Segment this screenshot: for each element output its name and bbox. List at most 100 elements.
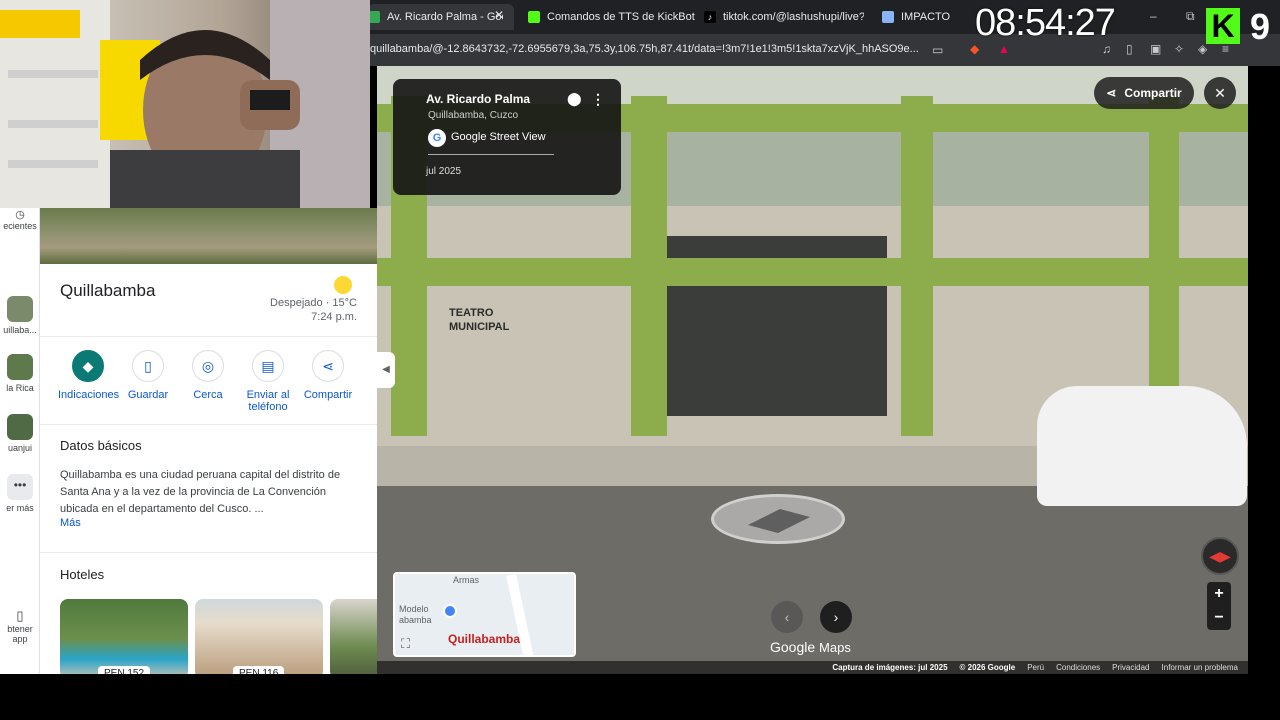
capture-date[interactable]: jul 2025 — [426, 166, 461, 177]
action-label: Indicaciones — [58, 389, 120, 401]
stream-clock: 08:54:27 — [975, 2, 1116, 44]
impacto-favicon-icon — [882, 11, 894, 23]
report-link[interactable]: Informar un problema — [1162, 663, 1238, 672]
send-to-phone-icon: ▤ — [252, 350, 284, 382]
rail-quillabamba[interactable]: uillaba... — [0, 296, 40, 335]
divider — [40, 424, 377, 425]
rail-label: uillaba... — [3, 325, 37, 335]
building-sign: TEATRO MUNICIPAL — [449, 307, 510, 333]
green-pillar — [631, 96, 667, 436]
kick-logo-icon: K — [1206, 8, 1240, 44]
share-button[interactable]: ⋖ Compartir — [298, 350, 358, 401]
google-g-icon: G — [428, 129, 446, 147]
share-label: Compartir — [1124, 86, 1182, 100]
zoom-out-icon[interactable]: − — [1207, 606, 1231, 630]
move-forward-arrow-icon[interactable] — [714, 497, 842, 541]
tab-google-maps[interactable]: Av. Ricardo Palma - Googl — [368, 4, 514, 30]
mini-map[interactable]: Armas Modelo abamba Quillabamba ⛶ — [393, 572, 576, 657]
street-name: Av. Ricardo Palma — [426, 92, 531, 106]
tab-label: tiktok.com/@lashushupi/live?e — [723, 11, 864, 23]
hotel-card[interactable]: PEN 116 — [195, 599, 323, 674]
sidebar-icon[interactable]: ▯ — [1126, 42, 1133, 56]
more-link[interactable]: Más — [60, 517, 81, 529]
place-thumbnail — [7, 296, 33, 322]
privacy-link[interactable]: Privacidad — [1112, 663, 1149, 672]
tab-kickbot[interactable]: Comandos de TTS de KickBot — [528, 4, 695, 30]
rail-juanjui[interactable]: uanjui — [0, 414, 40, 453]
zoom-in-icon[interactable]: + — [1207, 582, 1231, 606]
browser-tab-bar: Av. Ricardo Palma - Googl ✕ Comandos de … — [368, 0, 1280, 34]
bookmark-icon: ▯ — [132, 350, 164, 382]
section-title-basics: Datos básicos — [60, 438, 142, 453]
restore-icon[interactable]: ⧉ — [1186, 9, 1195, 24]
minimize-icon[interactable]: – — [1150, 9, 1157, 23]
street-view-footer: Captura de imágenes: jul 2025 © 2026 Goo… — [377, 661, 1248, 674]
street-view-source[interactable]: Google Street View — [451, 131, 546, 143]
action-label: Cerca — [193, 389, 223, 401]
location-pin-icon[interactable]: ⬤ — [567, 91, 582, 107]
capture-info: Captura de imágenes: jul 2025 — [832, 663, 948, 672]
sun-icon — [334, 276, 352, 294]
compass-icon[interactable]: ◀▶ — [1201, 537, 1239, 575]
tab-label: IMPACTO — [901, 11, 951, 23]
share-icon: ⋖ — [1106, 86, 1117, 100]
logo-maps-text: Maps — [819, 640, 851, 655]
send-to-phone-button[interactable]: ▤ Enviar al teléfono — [238, 350, 298, 413]
section-title-hotels: Hoteles — [60, 567, 105, 582]
more-dots-icon: ••• — [7, 474, 33, 500]
hotel-card[interactable] — [330, 599, 377, 674]
save-button[interactable]: ▯ Guardar — [118, 350, 178, 401]
next-image-button[interactable]: › — [820, 601, 852, 633]
tab-tiktok[interactable]: ♪ tiktok.com/@lashushupi/live?e — [704, 4, 864, 30]
logo-google-text: Google — [770, 639, 816, 655]
hotel-price: PEN 116 — [233, 666, 285, 674]
directions-button[interactable]: ◆ Indicaciones — [58, 350, 120, 401]
tiktok-favicon-icon: ♪ — [704, 11, 716, 23]
hotel-card[interactable]: PEN 152 — [60, 599, 188, 674]
zoom-control: + − — [1207, 582, 1231, 630]
phone-icon: ▯ — [16, 608, 24, 623]
map-city-label: Quillabamba — [448, 632, 521, 646]
previous-image-button[interactable]: ‹ — [771, 601, 803, 633]
wallet-icon[interactable]: ▣ — [1150, 42, 1161, 56]
rail-la-rica[interactable]: la Rica — [0, 354, 40, 393]
url-text[interactable]: quillabamba/@-12.8643732,-72.6955679,3a,… — [370, 43, 919, 55]
chevron-left-icon: ‹ — [784, 609, 790, 625]
menu-icon[interactable]: ≡ — [1222, 42, 1229, 56]
terms-link[interactable]: Condiciones — [1056, 663, 1100, 672]
divider — [40, 552, 377, 553]
rail-get-app[interactable]: ▯ btener app — [0, 608, 40, 644]
cast-icon[interactable]: ▭ — [932, 43, 943, 57]
action-label: Guardar — [127, 389, 169, 401]
close-street-view-button[interactable]: ✕ — [1204, 77, 1236, 109]
expand-map-icon[interactable]: ⛶ — [401, 636, 410, 652]
place-photo[interactable] — [40, 208, 377, 264]
nearby-icon: ◎ — [192, 350, 224, 382]
tab-close-icon[interactable]: ✕ — [494, 8, 504, 22]
hotel-price: PEN 152 — [98, 666, 151, 674]
share-street-view-button[interactable]: ⋖ Compartir — [1094, 77, 1194, 109]
navigation-arrow-ring[interactable] — [711, 494, 845, 544]
nearby-button[interactable]: ◎ Cerca — [178, 350, 238, 401]
country-link[interactable]: Perú — [1027, 663, 1044, 672]
place-thumbnail — [7, 414, 33, 440]
vpn-icon[interactable]: ◈ — [1198, 42, 1207, 56]
kickbot-favicon-icon — [528, 11, 540, 23]
rail-label: er más — [6, 503, 34, 513]
collapse-panel-button[interactable]: ◀ — [377, 352, 395, 388]
tab-impacto[interactable]: IMPACTO — [882, 4, 950, 30]
address-bar[interactable]: quillabamba/@-12.8643732,-72.6955679,3a,… — [368, 34, 1280, 66]
streamer-webcam-image — [0, 0, 370, 208]
place-name: Quillabamba — [60, 281, 156, 300]
share-icon: ⋖ — [312, 350, 344, 382]
rail-see-more[interactable]: ••• er más — [0, 474, 40, 513]
place-panel: Quillabamba Despejado · 15°C 7:24 p.m. ◆… — [40, 208, 377, 674]
more-options-icon[interactable]: ⋮ — [591, 91, 605, 108]
place-thumbnail — [7, 354, 33, 380]
leo-ai-icon[interactable]: ✧ — [1174, 42, 1184, 56]
rail-recents[interactable]: ◷ ecientes — [0, 208, 40, 231]
parked-car — [1037, 386, 1247, 506]
close-icon: ✕ — [1214, 85, 1226, 101]
chevron-left-icon: ◀ — [382, 364, 390, 375]
green-beam — [377, 258, 1248, 286]
